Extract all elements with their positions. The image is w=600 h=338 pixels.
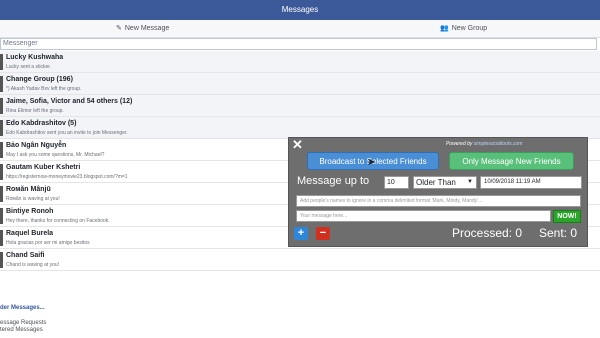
thread-name: Edo Kabdrashitov (5)	[6, 120, 77, 127]
date-input[interactable]: 10/09/2018 11:19 AM	[480, 176, 582, 189]
powered-link[interactable]: simplesocialtools.com	[474, 141, 523, 147]
send-now-button[interactable]: NOW!	[553, 210, 581, 223]
compose-icon: ✎	[116, 25, 122, 32]
avatar	[0, 98, 3, 114]
thread-snippet: May I ask you some questions, Mr. Michae…	[6, 152, 105, 158]
thread-name: Rомăn Mânjū	[6, 186, 51, 193]
thread-name: Bảo Ngân Nguyễn	[6, 142, 67, 149]
thread-item[interactable]: Jaime, Sofia, Victor and 54 others (12) …	[0, 95, 600, 117]
new-group-button[interactable]: 👥 New Group	[440, 20, 487, 37]
only-new-friends-button[interactable]: Only Message New Friends	[449, 152, 574, 170]
footer-links: essage Requests tered Messages	[0, 320, 46, 334]
powered-prefix: Powered by	[446, 141, 474, 147]
thread-name: Chand Saifi	[6, 252, 45, 259]
avatar	[0, 252, 3, 268]
message-requests-link[interactable]: essage Requests	[0, 320, 46, 327]
avatar	[0, 186, 3, 202]
new-group-label: New Group	[451, 25, 488, 32]
thread-name: Bintiye Ronoh	[6, 208, 54, 215]
mouse-cursor-icon: ➤	[367, 157, 376, 168]
message-up-to-label: Message up to	[297, 175, 370, 187]
avatar	[0, 54, 3, 70]
avatar	[0, 120, 3, 136]
thread-name: Raquel Burela	[6, 230, 54, 237]
top-bar: Messages	[0, 0, 600, 20]
thread-item[interactable]: Lucky Kushwaha Lucky sent a sticker.	[0, 51, 600, 73]
thread-snippet: Lucky sent a sticker.	[6, 64, 52, 70]
thread-name: Jaime, Sofia, Victor and 54 others (12)	[6, 98, 133, 105]
avatar	[0, 142, 3, 158]
thread-snippet: Chand is waving at you!	[6, 262, 60, 268]
thread-snippet: Edo Kabdrashitov sent you an invite to j…	[6, 130, 128, 136]
search-input[interactable]: Messenger	[0, 38, 597, 50]
older-messages-link[interactable]: der Messages...	[0, 305, 45, 311]
ignore-names-input[interactable]: Add people's names to ignore in a comma …	[296, 195, 581, 207]
thread-snippet: Rомăn is waving at you!	[6, 196, 60, 202]
sent-count: Sent: 0	[539, 226, 578, 240]
remove-button[interactable]: −	[316, 227, 330, 240]
thread-snippet: *) Akash Yadav Bxv left the group.	[6, 86, 82, 92]
group-icon: 👥	[440, 25, 449, 32]
thread-item[interactable]: Edo Kabdrashitov (5) Edo Kabdrashitov se…	[0, 117, 600, 139]
message-input[interactable]: Your message here...	[296, 210, 551, 222]
processed-count: Processed: 0	[452, 226, 523, 240]
new-message-label: New Message	[124, 25, 170, 32]
thread-item[interactable]: Change Group (196) *) Akash Yadav Bxv le…	[0, 73, 600, 95]
thread-item[interactable]: Chand Saifi Chand is waving at you!	[0, 249, 600, 271]
chevron-down-icon: ▼	[467, 179, 473, 185]
count-input[interactable]: 10	[384, 176, 409, 189]
thread-snippet: https://registernow-moneymovie23.blogspo…	[6, 174, 128, 180]
action-bar: ✎ New Message 👥 New Group	[0, 20, 600, 38]
powered-by: Powered by simplesocialtools.com	[446, 141, 522, 147]
filtered-messages-link[interactable]: tered Messages	[0, 327, 46, 334]
new-message-button[interactable]: ✎ New Message	[116, 20, 169, 37]
close-icon[interactable]: ✕	[292, 138, 303, 151]
thread-name: Lucky Kushwaha	[6, 54, 64, 61]
page-title: Messages	[281, 5, 319, 14]
thread-snippet: Hey there, thanks for connecting on Face…	[6, 218, 110, 224]
avatar	[0, 164, 3, 180]
broadcast-panel: ✕ Powered by simplesocialtools.com Broad…	[288, 137, 588, 247]
thread-name: Change Group (196)	[6, 76, 73, 83]
thread-snippet: Hola gracias por ser mi amigo besitos	[6, 240, 90, 246]
thread-snippet: Rina Elimor left the group.	[6, 108, 64, 114]
avatar	[0, 208, 3, 224]
add-button[interactable]: +	[294, 227, 308, 240]
thread-name: Gautam Kuber Kshetri	[6, 164, 81, 171]
avatar	[0, 230, 3, 246]
older-than-value: Older Than	[416, 178, 456, 187]
older-than-select[interactable]: Older Than ▼	[413, 176, 477, 189]
avatar	[0, 76, 3, 92]
search-placeholder: Messenger	[3, 40, 38, 47]
